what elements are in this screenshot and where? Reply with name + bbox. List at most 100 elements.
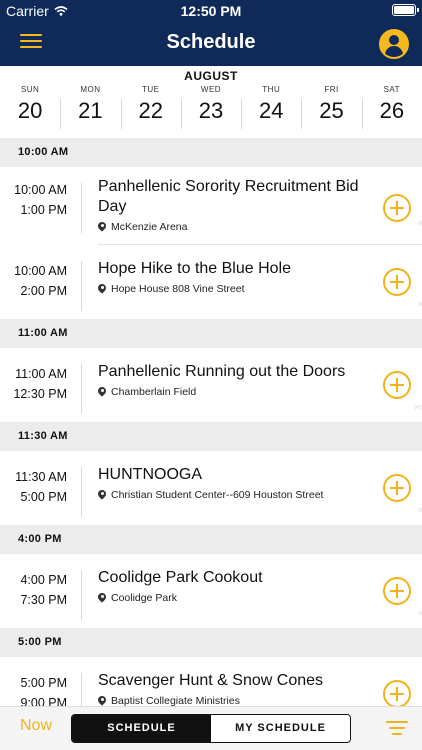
event-start-time: 4:00 PM [20,573,67,587]
filter-icon[interactable] [386,721,408,737]
week-strip: AUGUST SUN 20 MON 21 TUE 22 WED 23 THU 24 FRI 25 SAT… [0,66,422,138]
event-row[interactable]: 10:00 AM 2:00 PM ○ Hope Hike to the Blue Ho… [0,245,422,319]
day-number: 22 [138,98,163,123]
event-title: Panhellenic Running out the Doors [98,363,346,380]
schedule-list[interactable]: 10:00 AM 10:00 AM 1:00 PM ○ Panhellenic Soro… [0,138,422,706]
day-number: 23 [198,98,224,123]
day-name: WED [200,85,222,94]
event-location: Chamberlain Field [98,386,366,398]
add-to-schedule-icon[interactable] [383,268,411,296]
attendee-dots: ○ [417,301,422,308]
location-pin-icon [98,387,106,397]
event-content: Coolidge Park Cookout Coolidge Park [98,568,366,604]
event-title: Hope Hike to the Blue Hole [98,260,291,277]
event-start-time: 10:00 AM [14,183,67,197]
add-to-schedule-icon[interactable] [383,577,411,605]
day-number: 24 [259,98,284,123]
bottom-bar: Now SCHEDULE MY SCHEDULE [0,706,422,750]
day-number: 20 [17,98,43,123]
day-tue[interactable]: TUE 22 [120,85,181,129]
event-end-time: 1:00 PM [20,203,67,217]
day-number: 21 [78,98,103,123]
event-start-time: 11:30 AM [15,470,67,484]
event-content: Hope Hike to the Blue Hole Hope House 808… [98,259,366,295]
event-row[interactable]: 5:00 PM 9:00 PM Scavenger Hunt & Snow Cone… [0,657,422,706]
day-number: 25 [319,98,344,123]
event-row[interactable]: 4:00 PM 7:30 PM ○ Coolidge Park Cookout Cool… [0,554,422,628]
event-title: Panhellenic Sorority Recruitment Bid Day [98,178,359,215]
battery-icon [392,4,419,16]
day-name: SUN [20,85,40,94]
event-content: HUNTNOOGA Christian Student Center--609 H… [98,465,366,501]
tab-schedule[interactable]: SCHEDULE [72,715,211,742]
event-start-time: 10:00 AM [14,264,67,278]
event-content: Panhellenic Running out the Doors Chamber… [98,362,366,398]
day-mon[interactable]: MON 21 [60,85,120,129]
day-name: SAT [383,85,401,94]
schedule-segmented-control: SCHEDULE MY SCHEDULE [71,714,351,743]
add-to-schedule-icon[interactable] [383,371,411,399]
event-title: HUNTNOOGA [98,466,202,483]
event-location-text: McKenzie Arena [111,221,188,233]
section-header: 11:00 AM [0,319,422,348]
week-days: SUN 20 MON 21 TUE 22 WED 23 THU 24 FRI 25 SAT 26 [0,85,422,129]
event-times: 10:00 AM 2:00 PM [0,261,67,301]
time-divider [81,261,82,311]
event-content: Scavenger Hunt & Snow Cones Baptist Colle… [98,671,366,706]
event-times: 10:00 AM 1:00 PM [0,180,67,220]
day-name: MON [80,85,101,94]
add-to-schedule-icon[interactable] [383,474,411,502]
attendee-dots: ○ [417,507,422,514]
time-divider [81,364,82,414]
now-button[interactable]: Now [20,717,52,735]
day-name: THU [262,85,281,94]
add-to-schedule-icon[interactable] [383,194,411,222]
event-end-time: 9:00 PM [20,696,67,706]
day-wed[interactable]: WED 23 [180,85,241,129]
event-row[interactable]: 10:00 AM 1:00 PM ○ Panhellenic Sorority Rec… [0,167,422,245]
page-title: Schedule [166,31,256,53]
section-header: 4:00 PM [0,525,422,554]
location-pin-icon [98,284,106,294]
event-times: 5:00 PM 9:00 PM [0,673,67,706]
event-location: Christian Student Center--609 Houston St… [98,489,366,501]
event-location-text: Chamberlain Field [111,386,197,398]
event-end-time: 7:30 PM [20,593,67,607]
event-end-time: 2:00 PM [20,284,67,298]
location-pin-icon [98,696,106,706]
event-times: 11:00 AM 12:30 PM [0,364,67,404]
section-header: 11:30 AM [0,422,422,451]
event-location-text: Coolidge Park [111,592,177,604]
day-fri[interactable]: FRI 25 [301,85,361,129]
location-pin-icon [98,593,106,603]
event-row[interactable]: 11:30 AM 5:00 PM ○ HUNTNOOGA Christian Stude… [0,451,422,525]
event-content: Panhellenic Sorority Recruitment Bid Day… [98,177,366,233]
event-location-text: Baptist Collegiate Ministries [111,695,240,706]
location-pin-icon [98,222,106,232]
event-start-time: 11:00 AM [15,367,67,381]
event-end-time: 12:30 PM [13,387,67,401]
status-bar: Carrier 12:50 PM [0,0,422,22]
month-label: AUGUST [184,69,238,83]
attendee-dots: ○ [417,610,422,617]
tab-my-schedule[interactable]: MY SCHEDULE [211,715,350,742]
status-time: 12:50 PM [180,3,242,19]
event-location: Coolidge Park [98,592,366,604]
add-to-schedule-icon[interactable] [383,680,411,706]
event-row[interactable]: 11:00 AM 12:30 PM ○○ Panhellenic Running ou… [0,348,422,422]
event-location: McKenzie Arena [98,221,366,233]
day-number: 26 [379,98,405,123]
day-name: FRI [324,85,339,94]
profile-avatar-icon[interactable] [379,29,409,59]
day-name: TUE [141,85,160,94]
time-divider [81,467,82,517]
event-location-text: Christian Student Center--609 Houston St… [111,489,324,501]
nav-bar: Schedule [0,22,422,66]
day-thu[interactable]: THU 24 [241,85,301,129]
day-sun[interactable]: SUN 20 [0,85,60,124]
event-title: Coolidge Park Cookout [98,569,263,586]
section-header: 5:00 PM [0,628,422,657]
day-sat[interactable]: SAT 26 [361,85,422,129]
attendee-dots: ○○ [413,404,422,411]
event-location: Baptist Collegiate Ministries [98,695,366,706]
